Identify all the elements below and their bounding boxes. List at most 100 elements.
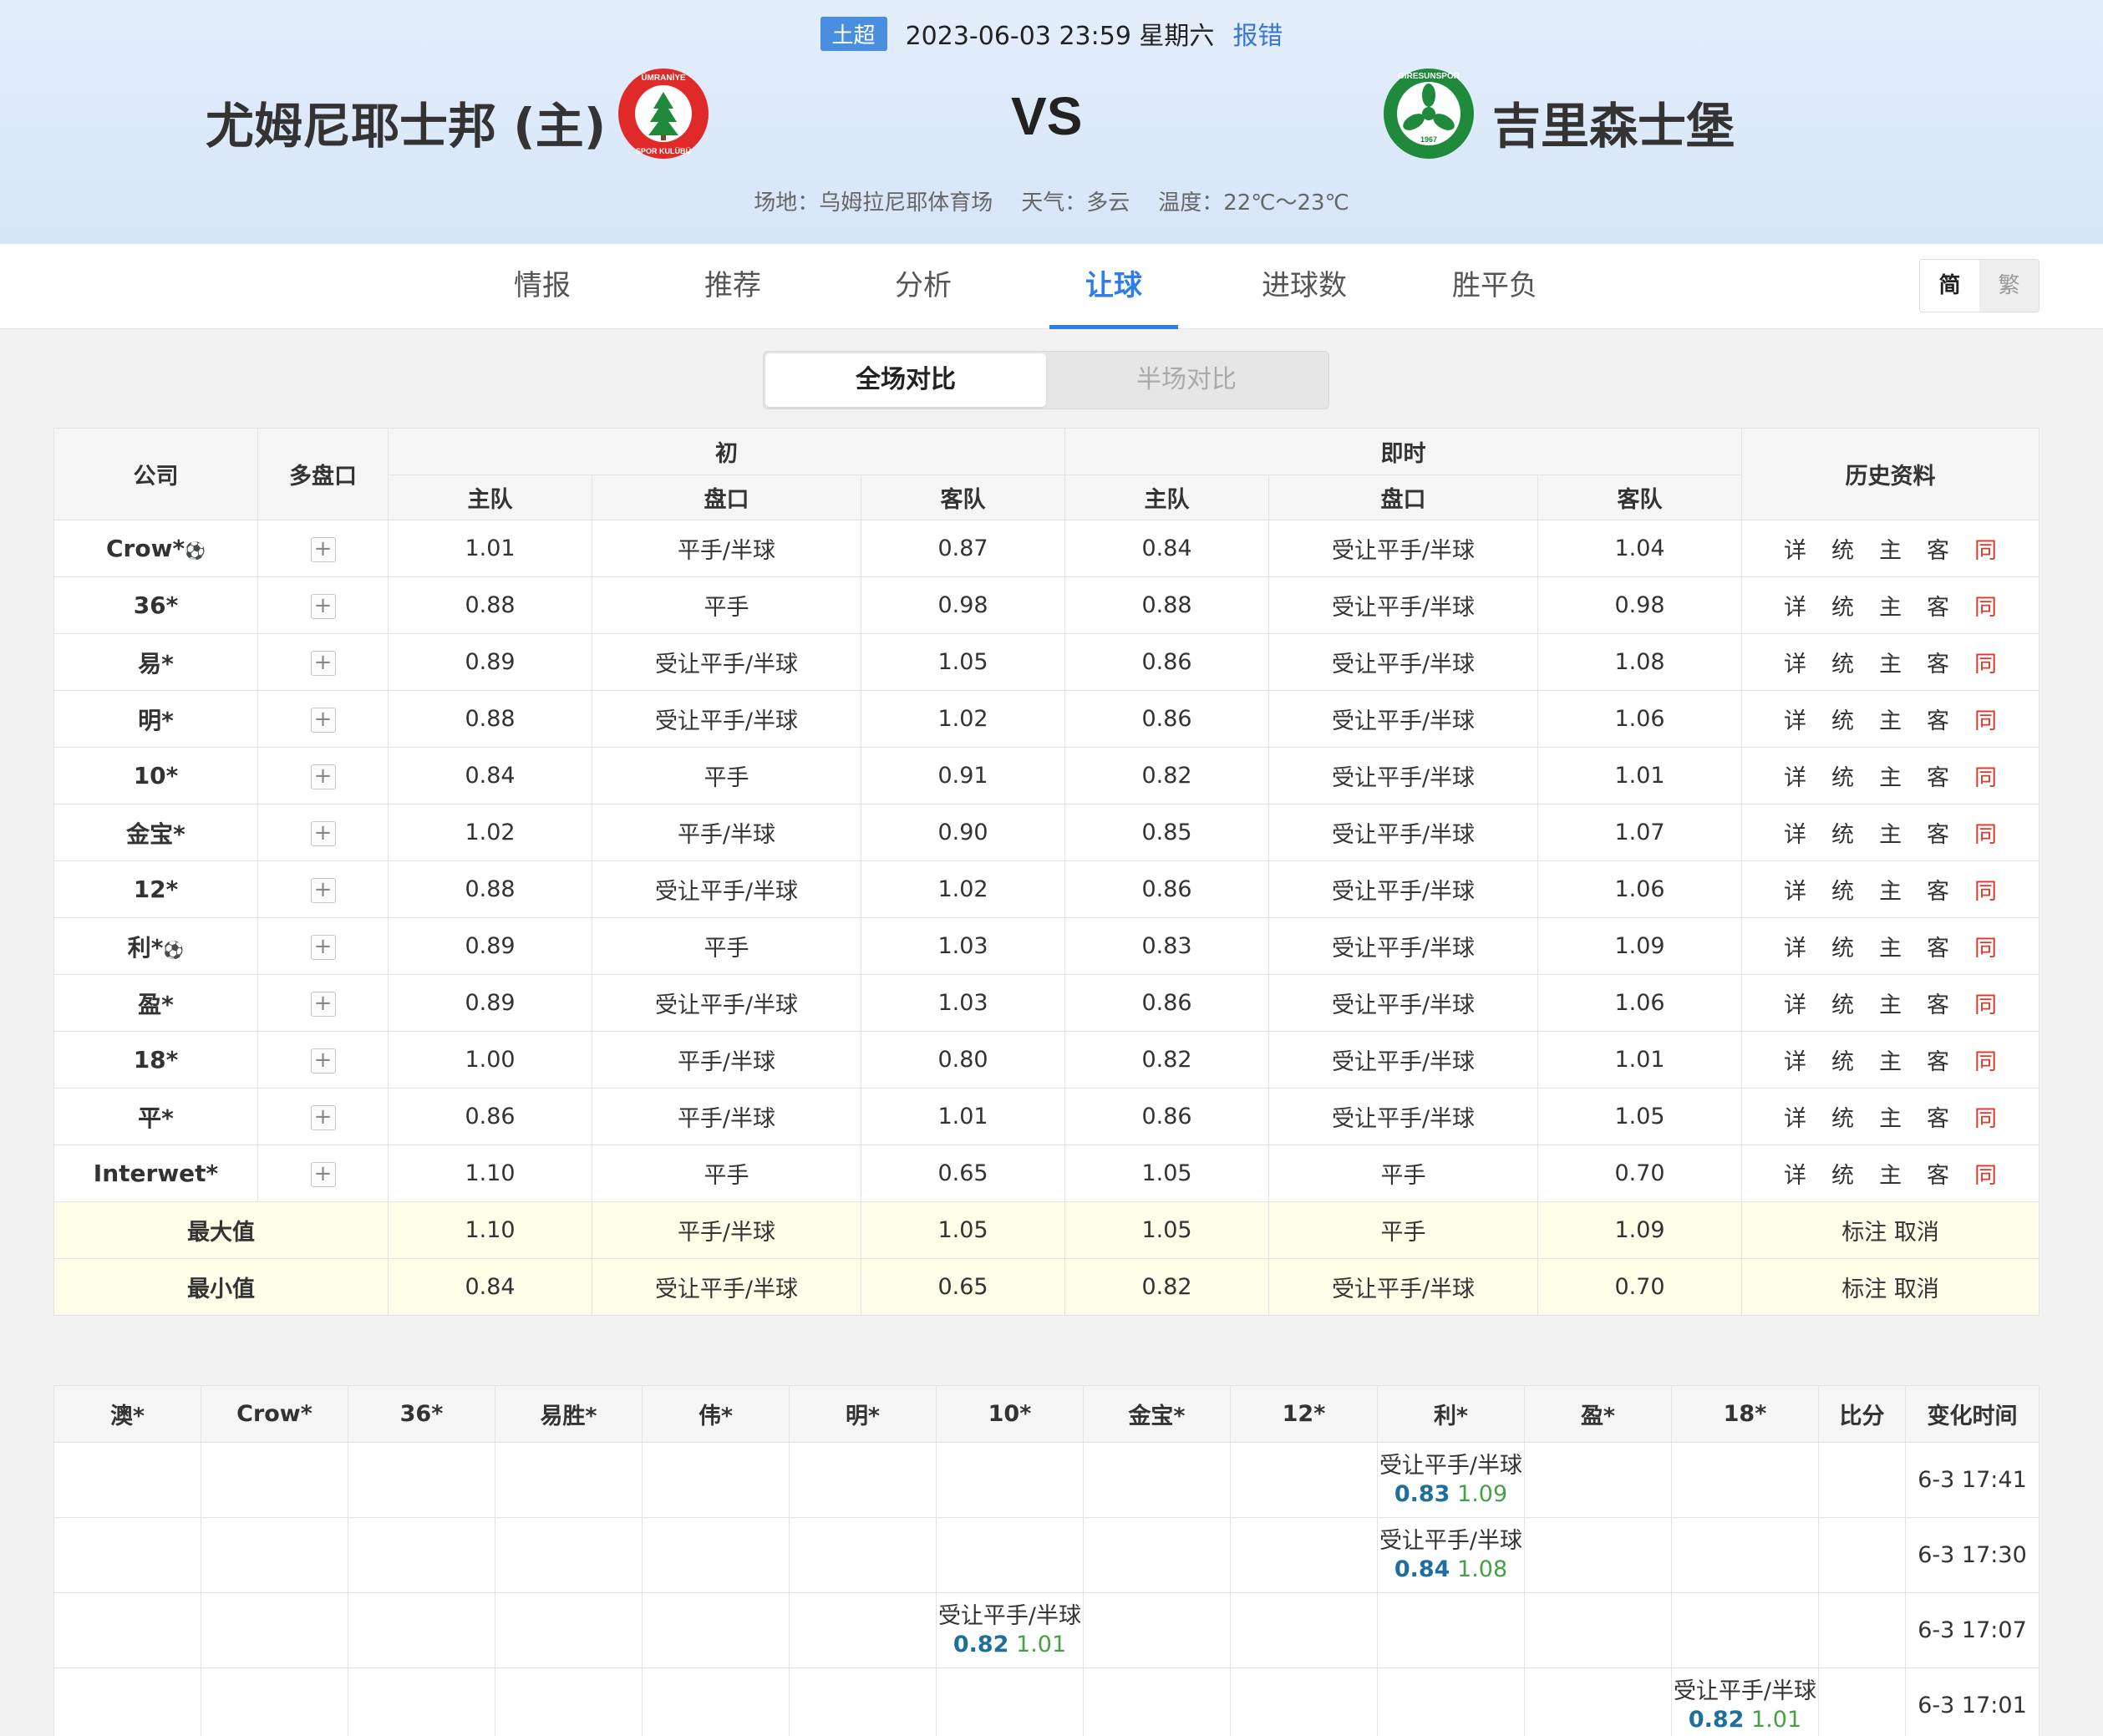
detail-link[interactable]: 详 [1784, 589, 1806, 622]
away-link[interactable]: 客 [1927, 532, 1949, 565]
company-cell[interactable]: 平* [53, 1088, 258, 1145]
stats-link[interactable]: 统 [1831, 873, 1854, 906]
stats-link[interactable]: 统 [1831, 987, 1854, 1019]
tab-goals[interactable]: 进球数 [1240, 244, 1369, 329]
company-cell[interactable]: 10* [53, 747, 258, 805]
company-cell[interactable]: Interwet* [53, 1145, 258, 1202]
away-link[interactable]: 客 [1927, 816, 1949, 849]
expand-plus-icon[interactable]: + [310, 934, 336, 960]
tab-analysis[interactable]: 分析 [859, 244, 988, 329]
home-team-logo[interactable]: ÜMRANİYE SPOR KULÜBÜ [617, 67, 710, 160]
tab-handicap[interactable]: 让球 [1049, 244, 1178, 329]
expand-plus-icon[interactable]: + [310, 1161, 336, 1187]
detail-link[interactable]: 详 [1784, 646, 1806, 678]
detail-link[interactable]: 详 [1784, 759, 1806, 792]
same-link[interactable]: 同 [1974, 532, 1997, 565]
away-link[interactable]: 客 [1927, 1043, 1949, 1076]
expand-plus-icon[interactable]: + [310, 877, 336, 903]
report-error-link[interactable]: 报错 [1232, 15, 1283, 52]
expand-plus-icon[interactable]: + [310, 1104, 336, 1130]
detail-link[interactable]: 详 [1784, 532, 1806, 565]
away-link[interactable]: 客 [1927, 930, 1949, 962]
tab-1x2[interactable]: 胜平负 [1430, 244, 1559, 329]
expand-plus-icon[interactable]: + [310, 650, 336, 676]
away-link[interactable]: 客 [1927, 987, 1949, 1019]
expand-plus-icon[interactable]: + [310, 1048, 336, 1074]
away-link[interactable]: 客 [1927, 703, 1949, 735]
stats-link[interactable]: 统 [1831, 646, 1854, 678]
tab-recommend[interactable]: 推荐 [668, 244, 797, 329]
detail-link[interactable]: 详 [1784, 873, 1806, 906]
home-link[interactable]: 主 [1879, 646, 1902, 678]
lang-simplified[interactable]: 简 [1920, 260, 1979, 312]
same-link[interactable]: 同 [1974, 873, 1997, 906]
stats-link[interactable]: 统 [1831, 589, 1854, 622]
same-link[interactable]: 同 [1974, 759, 1997, 792]
detail-link[interactable]: 详 [1784, 930, 1806, 962]
company-cell[interactable]: Crow*⚽ [53, 520, 258, 577]
expand-plus-icon[interactable]: + [310, 991, 336, 1017]
same-link[interactable]: 同 [1974, 1043, 1997, 1076]
detail-link[interactable]: 详 [1784, 1043, 1806, 1076]
company-cell[interactable]: 金宝* [53, 804, 258, 861]
same-link[interactable]: 同 [1974, 703, 1997, 735]
mark-cancel-action[interactable]: 标注 取消 [1741, 1258, 2040, 1316]
stats-link[interactable]: 统 [1831, 816, 1854, 849]
mark-cancel-action[interactable]: 标注 取消 [1741, 1201, 2040, 1259]
same-link[interactable]: 同 [1974, 930, 1997, 962]
company-cell[interactable]: 盈* [53, 974, 258, 1032]
home-link[interactable]: 主 [1879, 930, 1902, 962]
expand-plus-icon[interactable]: + [310, 593, 336, 619]
detail-link[interactable]: 详 [1784, 816, 1806, 849]
expand-plus-icon[interactable]: + [310, 707, 336, 733]
expand-plus-icon[interactable]: + [310, 764, 336, 789]
detail-link[interactable]: 详 [1784, 987, 1806, 1019]
away-link[interactable]: 客 [1927, 646, 1949, 678]
stats-link[interactable]: 统 [1831, 759, 1854, 792]
lang-traditional[interactable]: 繁 [1979, 260, 2039, 312]
away-link[interactable]: 客 [1927, 1100, 1949, 1133]
home-link[interactable]: 主 [1879, 532, 1902, 565]
expand-plus-icon[interactable]: + [310, 820, 336, 846]
detail-link[interactable]: 详 [1784, 1157, 1806, 1190]
stats-link[interactable]: 统 [1831, 532, 1854, 565]
stats-link[interactable]: 统 [1831, 930, 1854, 962]
company-cell[interactable]: 18* [53, 1031, 258, 1089]
same-link[interactable]: 同 [1974, 987, 1997, 1019]
detail-link[interactable]: 详 [1784, 1100, 1806, 1133]
away-team-logo[interactable]: GIRESUNSPOR 1967 [1382, 67, 1476, 160]
same-link[interactable]: 同 [1974, 646, 1997, 678]
stats-link[interactable]: 统 [1831, 703, 1854, 735]
company-cell[interactable]: 明* [53, 690, 258, 748]
league-badge[interactable]: 土超 [820, 16, 887, 51]
same-link[interactable]: 同 [1974, 589, 1997, 622]
away-link[interactable]: 客 [1927, 759, 1949, 792]
same-link[interactable]: 同 [1974, 1157, 1997, 1190]
half-match-compare[interactable]: 半场对比 [1046, 353, 1327, 407]
full-match-compare[interactable]: 全场对比 [765, 353, 1046, 407]
home-link[interactable]: 主 [1879, 816, 1902, 849]
same-link[interactable]: 同 [1974, 1100, 1997, 1133]
company-cell[interactable]: 易* [53, 633, 258, 691]
expand-plus-icon[interactable]: + [310, 536, 336, 562]
home-link[interactable]: 主 [1879, 1157, 1902, 1190]
tab-intel[interactable]: 情报 [478, 244, 607, 329]
same-link[interactable]: 同 [1974, 816, 1997, 849]
away-team-name[interactable]: 吉里森士堡 [1492, 87, 1735, 157]
home-link[interactable]: 主 [1879, 759, 1902, 792]
home-team-name[interactable]: 尤姆尼耶士邦 (主) [206, 87, 606, 157]
away-link[interactable]: 客 [1927, 1157, 1949, 1190]
away-link[interactable]: 客 [1927, 589, 1949, 622]
company-cell[interactable]: 12* [53, 860, 258, 918]
home-link[interactable]: 主 [1879, 1043, 1902, 1076]
home-link[interactable]: 主 [1879, 703, 1902, 735]
stats-link[interactable]: 统 [1831, 1043, 1854, 1076]
home-link[interactable]: 主 [1879, 873, 1902, 906]
away-link[interactable]: 客 [1927, 873, 1949, 906]
company-cell[interactable]: 利*⚽ [53, 917, 258, 975]
stats-link[interactable]: 统 [1831, 1100, 1854, 1133]
home-link[interactable]: 主 [1879, 1100, 1902, 1133]
home-link[interactable]: 主 [1879, 589, 1902, 622]
detail-link[interactable]: 详 [1784, 703, 1806, 735]
stats-link[interactable]: 统 [1831, 1157, 1854, 1190]
